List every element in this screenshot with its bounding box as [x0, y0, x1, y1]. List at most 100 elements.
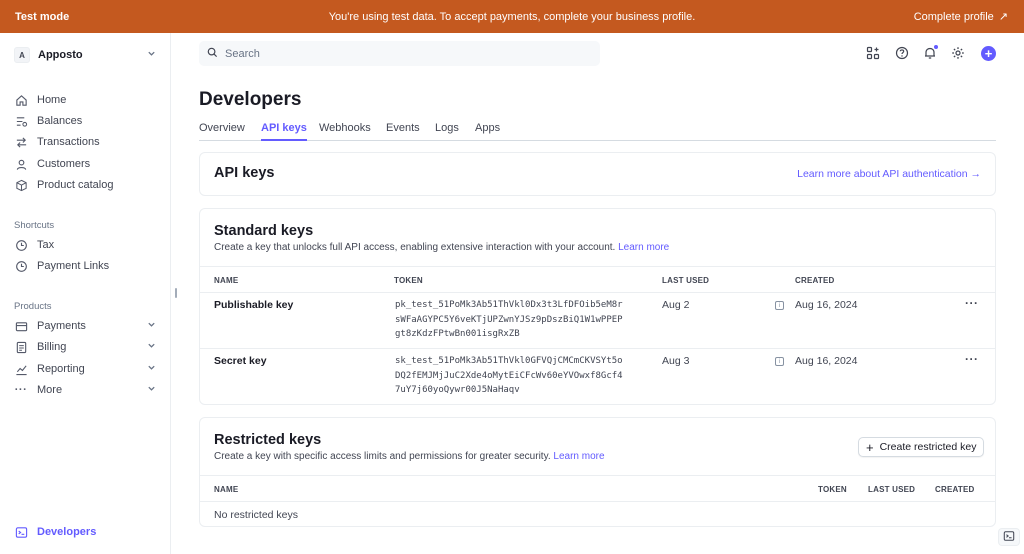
account-avatar: A — [14, 47, 30, 63]
col-header-name: NAME — [214, 485, 239, 494]
restricted-keys-learn-more-link[interactable]: Learn more — [553, 451, 604, 462]
tab-api-keys[interactable]: API keys — [261, 122, 307, 141]
sidebar-item-label: Transactions — [37, 136, 100, 148]
standard-keys-learn-more-link[interactable]: Learn more — [618, 242, 669, 253]
tab-logs[interactable]: Logs — [435, 122, 459, 141]
divider — [200, 266, 995, 267]
banner-message: You're using test data. To accept paymen… — [328, 10, 696, 23]
sidebar-item-tax[interactable]: Tax — [14, 236, 156, 254]
account-switcher[interactable]: A Apposto — [14, 46, 156, 64]
sidebar-item-payments[interactable]: Payments — [14, 317, 156, 335]
search-input[interactable] — [225, 47, 585, 60]
sidebar-item-developers[interactable]: Developers — [14, 523, 156, 541]
created-date: Aug 16, 2024 — [795, 355, 858, 367]
sidebar-item-customers[interactable]: Customers — [14, 155, 156, 173]
standard-keys-card: Standard keys Create a key that unlocks … — [199, 208, 996, 405]
sidebar-item-label: More — [37, 384, 63, 396]
help-icon[interactable] — [894, 45, 910, 61]
created-date: Aug 16, 2024 — [795, 299, 858, 311]
restricted-keys-card: Restricted keys Create a key with specif… — [199, 417, 996, 527]
sidebar-item-label: Home — [37, 94, 67, 106]
complete-profile-link[interactable]: Complete profile ↗ — [914, 10, 1008, 24]
plus-icon: + — [866, 439, 874, 455]
col-header-created: CREATED — [795, 276, 835, 285]
gear-icon[interactable] — [950, 45, 966, 61]
plus-icon: + — [984, 46, 993, 61]
info-icon[interactable]: i — [775, 301, 784, 310]
ellipsis-icon: ··· — [14, 384, 28, 396]
arrow-up-right-icon: ↗ — [998, 11, 1008, 23]
create-restricted-key-button[interactable]: + Create restricted key — [858, 437, 985, 457]
api-keys-card: API keys Learn more about API authentica… — [199, 152, 996, 196]
sidebar-item-label: Developers — [37, 526, 97, 538]
clock-icon — [14, 259, 28, 273]
create-new-button[interactable]: + — [981, 46, 996, 61]
api-keys-heading: API keys — [214, 165, 275, 181]
tab-bar: Overview API keys Webhooks Events Logs A… — [199, 120, 996, 141]
apps-icon[interactable] — [865, 45, 881, 61]
search-bar[interactable] — [199, 41, 600, 66]
transactions-icon — [14, 135, 28, 149]
sidebar-item-home[interactable]: Home — [14, 91, 156, 109]
tab-events[interactable]: Events — [386, 122, 420, 141]
key-token[interactable]: sk_test_51PoMk3Ab51ThVkl0GFVQjCMCmCKVSYt… — [395, 354, 623, 398]
sidebar-item-label: Balances — [37, 115, 83, 127]
divider — [200, 292, 995, 293]
account-name: Apposto — [38, 49, 83, 61]
sidebar-item-payment-links[interactable]: Payment Links — [14, 257, 156, 275]
chevron-down-icon — [147, 320, 156, 332]
sidebar-item-label: Payment Links — [37, 260, 110, 272]
sidebar-item-more[interactable]: ··· More — [14, 381, 156, 399]
home-icon — [14, 93, 28, 107]
shortcuts-heading: Shortcuts — [14, 220, 55, 231]
restricted-keys-heading: Restricted keys — [214, 432, 322, 448]
last-used: Aug 3 — [662, 355, 690, 367]
sidebar-item-label: Reporting — [37, 363, 85, 375]
standard-keys-heading: Standard keys — [214, 223, 314, 239]
developer-shell-button[interactable] — [998, 528, 1020, 546]
sidebar-resize-handle[interactable] — [175, 288, 177, 298]
sidebar-item-label: Tax — [37, 239, 55, 251]
sidebar-item-label: Customers — [37, 158, 91, 170]
standard-keys-subtitle: Create a key that unlocks full API acces… — [214, 242, 616, 253]
sidebar-item-reporting[interactable]: Reporting — [14, 360, 156, 378]
sidebar: A Apposto Home Balances Transactions Cus… — [0, 33, 171, 554]
notification-dot — [934, 45, 938, 49]
empty-state-text: No restricted keys — [214, 509, 299, 521]
terminal-icon — [14, 525, 28, 539]
customers-icon — [14, 157, 28, 171]
restricted-keys-description: Create a key with specific access limits… — [214, 451, 605, 462]
more-actions-icon[interactable]: ··· — [965, 296, 979, 310]
divider — [200, 501, 995, 502]
clock-icon — [14, 238, 28, 252]
tab-webhooks[interactable]: Webhooks — [319, 122, 371, 141]
tab-apps[interactable]: Apps — [475, 122, 500, 141]
box-icon — [14, 178, 28, 192]
learn-api-auth-link[interactable]: Learn more about API authentication → — [797, 168, 981, 180]
sidebar-item-label: Billing — [37, 341, 67, 353]
sidebar-item-transactions[interactable]: Transactions — [14, 133, 156, 151]
standard-keys-description: Create a key that unlocks full API acces… — [214, 242, 669, 253]
key-token[interactable]: pk_test_51PoMk3Ab51ThVkl0Dx3t3LfDFOib5eM… — [395, 298, 623, 342]
col-header-token: TOKEN — [394, 276, 423, 285]
col-header-last-used: LAST USED — [868, 485, 916, 494]
bell-icon[interactable] — [922, 45, 938, 61]
more-actions-icon[interactable]: ··· — [965, 352, 979, 366]
products-heading: Products — [14, 301, 52, 312]
balances-icon — [14, 114, 28, 128]
col-header-name: NAME — [214, 276, 239, 285]
test-mode-banner: Test mode You're using test data. To acc… — [0, 0, 1024, 33]
test-mode-label: Test mode — [15, 10, 70, 23]
divider — [200, 348, 995, 349]
sidebar-item-label: Product catalog — [37, 179, 114, 191]
sidebar-item-product-catalog[interactable]: Product catalog — [14, 176, 156, 194]
chevron-down-icon — [147, 49, 156, 61]
col-header-last-used: LAST USED — [662, 276, 710, 285]
restricted-keys-subtitle: Create a key with specific access limits… — [214, 451, 551, 462]
info-icon[interactable]: i — [775, 357, 784, 366]
sidebar-item-billing[interactable]: Billing — [14, 338, 156, 356]
reporting-icon — [14, 362, 28, 376]
chevron-down-icon — [147, 341, 156, 353]
sidebar-item-balances[interactable]: Balances — [14, 112, 156, 130]
tab-overview[interactable]: Overview — [199, 122, 245, 141]
